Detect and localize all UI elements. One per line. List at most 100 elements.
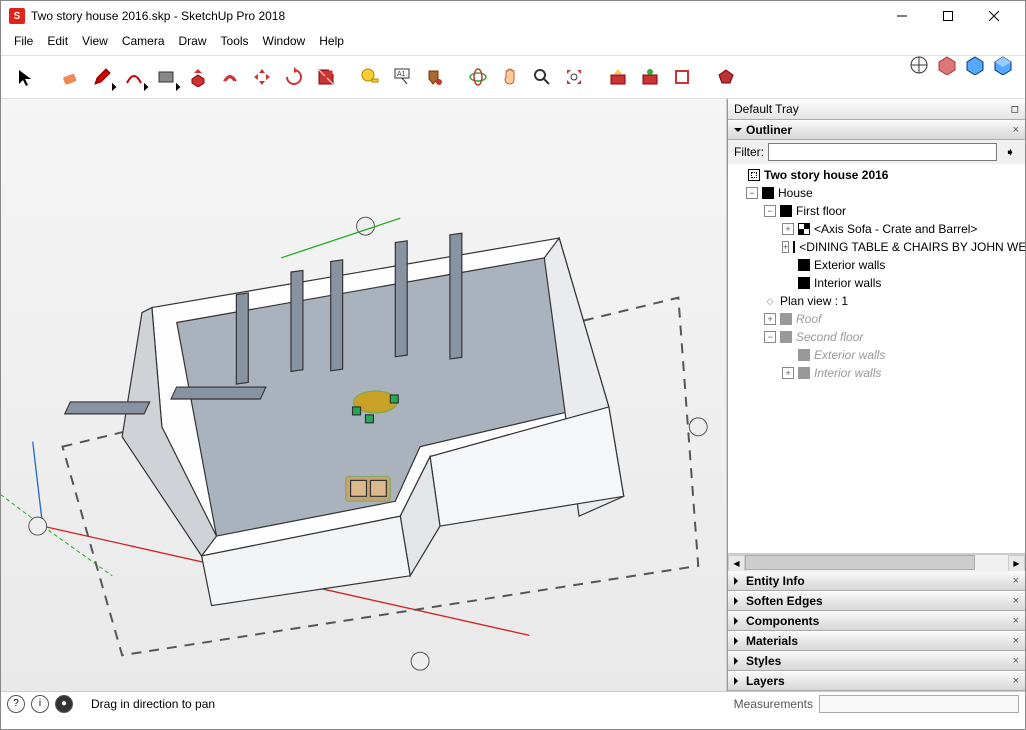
tree-int-walls[interactable]: Interior walls bbox=[814, 276, 881, 290]
panel-components[interactable]: Components× bbox=[728, 611, 1025, 631]
select-tool[interactable] bbox=[11, 62, 41, 92]
tree-sofa[interactable]: <Axis Sofa - Crate and Barrel> bbox=[814, 222, 977, 236]
close-button[interactable] bbox=[971, 1, 1017, 31]
panel-soften-edges[interactable]: Soften Edges× bbox=[728, 591, 1025, 611]
pushpull-tool[interactable] bbox=[183, 62, 213, 92]
menu-camera[interactable]: Camera bbox=[115, 32, 172, 50]
panel-layers[interactable]: Layers× bbox=[728, 671, 1025, 691]
scroll-left-icon[interactable]: ◀ bbox=[728, 555, 745, 572]
zoom-extents-tool[interactable] bbox=[559, 62, 589, 92]
move-tool[interactable] bbox=[247, 62, 277, 92]
arc-tool[interactable] bbox=[119, 62, 149, 92]
pencil-tool[interactable] bbox=[87, 62, 117, 92]
scroll-right-icon[interactable]: ▶ bbox=[1008, 555, 1025, 572]
paint-tool[interactable] bbox=[419, 62, 449, 92]
outliner-tree[interactable]: Two story house 2016 −House −First floor… bbox=[728, 164, 1025, 554]
tree-toggle[interactable]: + bbox=[764, 313, 776, 325]
text-tool[interactable]: A1 bbox=[387, 62, 417, 92]
model-icon bbox=[748, 169, 760, 181]
close-icon[interactable]: × bbox=[1013, 595, 1019, 607]
tree-toggle[interactable]: − bbox=[764, 205, 776, 217]
tray-header[interactable]: Default Tray ◻ bbox=[728, 99, 1025, 120]
minimize-button[interactable] bbox=[879, 1, 925, 31]
scale-tool[interactable] bbox=[311, 62, 341, 92]
tree-plan-view[interactable]: Plan view : 1 bbox=[780, 294, 848, 308]
outliner-filter-row: Filter: ➧ bbox=[728, 140, 1025, 164]
tree-ext-walls-2[interactable]: Exterior walls bbox=[814, 348, 885, 362]
view-style-icons bbox=[909, 55, 1013, 80]
warehouse-get-tool[interactable] bbox=[603, 62, 633, 92]
group-icon bbox=[798, 259, 810, 271]
tree-toggle[interactable]: + bbox=[782, 241, 789, 253]
orbit-tool[interactable] bbox=[463, 62, 493, 92]
tree-house[interactable]: House bbox=[778, 186, 813, 200]
menu-help[interactable]: Help bbox=[312, 32, 351, 50]
tree-roof[interactable]: Roof bbox=[796, 312, 821, 326]
close-icon[interactable]: × bbox=[1013, 575, 1019, 587]
tree-toggle[interactable]: + bbox=[782, 367, 794, 379]
filter-go-icon[interactable]: ➧ bbox=[1001, 143, 1019, 161]
rotate-tool[interactable] bbox=[279, 62, 309, 92]
measurements-input[interactable] bbox=[819, 695, 1019, 713]
tree-second-floor[interactable]: Second floor bbox=[796, 330, 863, 344]
panel-entity-info[interactable]: Entity Info× bbox=[728, 571, 1025, 591]
xray-view-icon[interactable] bbox=[937, 55, 957, 80]
tree-root[interactable]: Two story house 2016 bbox=[764, 168, 888, 182]
help-icon[interactable]: ? bbox=[7, 695, 25, 713]
title-bar: S Two story house 2016.skp - SketchUp Pr… bbox=[1, 1, 1025, 31]
menu-bar: File Edit View Camera Draw Tools Window … bbox=[1, 31, 1025, 51]
outliner-hscroll[interactable]: ◀ ▶ bbox=[728, 554, 1025, 571]
tape-tool[interactable] bbox=[355, 62, 385, 92]
eraser-tool[interactable] bbox=[55, 62, 85, 92]
close-icon[interactable]: × bbox=[1013, 675, 1019, 687]
menu-file[interactable]: File bbox=[7, 32, 40, 50]
component-icon bbox=[798, 223, 810, 235]
iso-view-icon[interactable] bbox=[909, 55, 929, 80]
main-toolbar: A1 bbox=[1, 56, 1025, 98]
tree-ext-walls[interactable]: Exterior walls bbox=[814, 258, 885, 272]
tree-first-floor[interactable]: First floor bbox=[796, 204, 846, 218]
menu-draw[interactable]: Draw bbox=[172, 32, 214, 50]
zoom-tool[interactable] bbox=[527, 62, 557, 92]
group-icon bbox=[762, 187, 774, 199]
pan-tool[interactable] bbox=[495, 62, 525, 92]
pin-icon[interactable]: ◻ bbox=[1011, 104, 1019, 115]
panel-outliner-header[interactable]: Outliner × bbox=[728, 120, 1025, 140]
tree-int-walls-2[interactable]: Interior walls bbox=[814, 366, 881, 380]
tray-title: Default Tray bbox=[734, 102, 799, 116]
close-icon[interactable]: × bbox=[1013, 124, 1019, 136]
panel-materials[interactable]: Materials× bbox=[728, 631, 1025, 651]
maximize-button[interactable] bbox=[925, 1, 971, 31]
toolbar-strip: A1 bbox=[1, 55, 1025, 99]
main-area: Default Tray ◻ Outliner × Filter: ➧ Two … bbox=[1, 99, 1025, 691]
tree-toggle[interactable]: − bbox=[764, 331, 776, 343]
warehouse-share-tool[interactable] bbox=[635, 62, 665, 92]
offset-tool[interactable] bbox=[215, 62, 245, 92]
close-icon[interactable]: × bbox=[1013, 635, 1019, 647]
tree-toggle[interactable]: − bbox=[746, 187, 758, 199]
window-title: Two story house 2016.skp - SketchUp Pro … bbox=[31, 9, 285, 23]
group-icon bbox=[798, 349, 810, 361]
measurements-label: Measurements bbox=[734, 697, 813, 711]
user-icon[interactable]: ● bbox=[55, 695, 73, 713]
mono-view-icon[interactable] bbox=[993, 55, 1013, 80]
tree-toggle[interactable]: + bbox=[782, 223, 794, 235]
shape-tool[interactable] bbox=[151, 62, 181, 92]
shaded-view-icon[interactable] bbox=[965, 55, 985, 80]
close-icon[interactable]: × bbox=[1013, 615, 1019, 627]
menu-view[interactable]: View bbox=[75, 32, 115, 50]
scroll-thumb[interactable] bbox=[745, 555, 975, 570]
panel-styles[interactable]: Styles× bbox=[728, 651, 1025, 671]
viewport-3d[interactable] bbox=[1, 99, 727, 691]
menu-window[interactable]: Window bbox=[256, 32, 313, 50]
status-bar: ? i ● Drag in direction to pan Measureme… bbox=[1, 691, 1025, 715]
menu-tools[interactable]: Tools bbox=[214, 32, 256, 50]
filter-input[interactable] bbox=[768, 143, 997, 161]
tree-dining[interactable]: <DINING TABLE & CHAIRS BY JOHN WEICK bbox=[799, 240, 1025, 254]
layout-tool[interactable] bbox=[667, 62, 697, 92]
menu-edit[interactable]: Edit bbox=[40, 32, 75, 50]
group-icon bbox=[780, 313, 792, 325]
extension-manager-tool[interactable] bbox=[711, 62, 741, 92]
close-icon[interactable]: × bbox=[1013, 655, 1019, 667]
info-icon[interactable]: i bbox=[31, 695, 49, 713]
